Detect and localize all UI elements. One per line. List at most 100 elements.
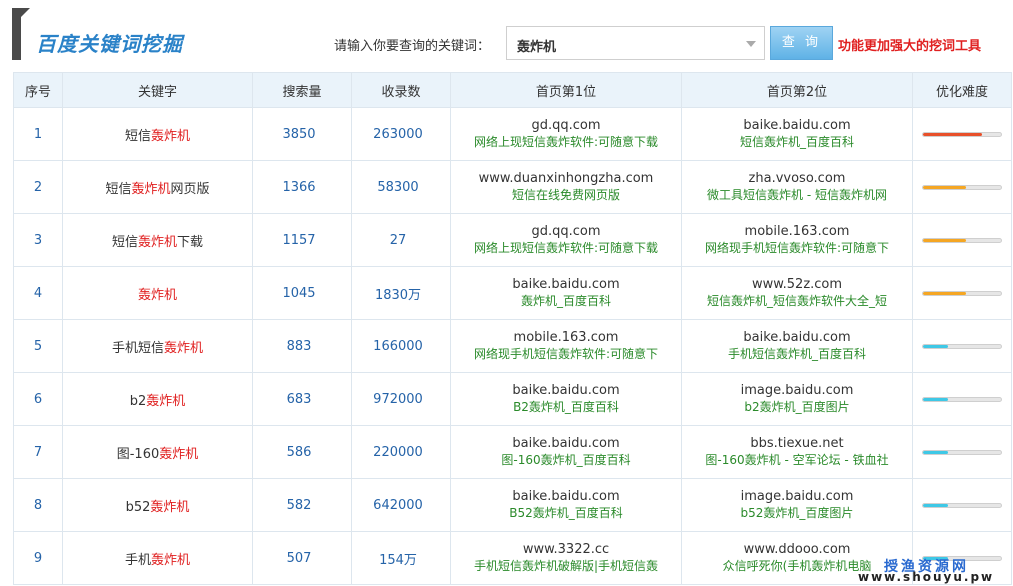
rank-2-domain[interactable]: bbs.tiexue.net [686,435,908,452]
row-rank-1[interactable]: baike.baidu.com 图-160轰炸机_百度百科 [450,425,682,479]
difficulty-bar [922,237,1002,243]
row-difficulty [912,107,1012,161]
row-rank-2[interactable]: image.baidu.com b52轰炸机_百度图片 [681,478,913,532]
table-row: 4 轰炸机 1045 1830万 baike.baidu.com 轰炸机_百度百科 www.… [13,266,1012,320]
table-row: 8 b52轰炸机 582 642000 baike.baidu.com B52轰炸机_百度… [13,478,1012,532]
rank-1-title[interactable]: 网络上现短信轰炸软件:可随意下载 [455,240,677,257]
query-button[interactable]: 查 询 [770,26,833,60]
difficulty-bar-fill [923,450,948,454]
rank-2-domain[interactable]: www.ddooo.com [686,541,908,558]
row-search-volume: 586 [252,425,352,479]
rank-1-domain[interactable]: www.duanxinhongzha.com [455,170,677,187]
rank-2-domain[interactable]: mobile.163.com [686,223,908,240]
row-rank-2[interactable]: baike.baidu.com 手机短信轰炸机_百度百科 [681,319,913,373]
row-keyword[interactable]: 图-160轰炸机 [62,425,253,479]
difficulty-bar [922,131,1002,137]
row-keyword[interactable]: 手机轰炸机 [62,531,253,585]
row-rank-1[interactable]: gd.qq.com 网络上现短信轰炸软件:可随意下载 [450,213,682,267]
rank-2-domain[interactable]: baike.baidu.com [686,117,908,134]
rank-2-title[interactable]: b2轰炸机_百度图片 [686,399,908,416]
difficulty-bar-fill [923,397,948,401]
rank-2-domain[interactable]: www.52z.com [686,276,908,293]
row-rank-1[interactable]: baike.baidu.com B52轰炸机_百度百科 [450,478,682,532]
rank-1-domain[interactable]: baike.baidu.com [455,276,677,293]
rank-1-domain[interactable]: mobile.163.com [455,329,677,346]
row-keyword[interactable]: 短信轰炸机 [62,107,253,161]
row-rank-2[interactable]: image.baidu.com b2轰炸机_百度图片 [681,372,913,426]
rank-1-domain[interactable]: baike.baidu.com [455,488,677,505]
row-keyword[interactable]: 轰炸机 [62,266,253,320]
rank-2-domain[interactable]: image.baidu.com [686,382,908,399]
table-header-row: 序号 关键字 搜索量 收录数 首页第1位 首页第2位 优化难度 [13,72,1012,108]
rank-2-title[interactable]: 微工具短信轰炸机 - 短信轰炸机网 [686,187,908,204]
row-keyword[interactable]: b52轰炸机 [62,478,253,532]
difficulty-bar-fill [923,132,982,136]
rank-2-domain[interactable]: baike.baidu.com [686,329,908,346]
keyword-input-value: 轰炸机 [517,40,557,55]
row-rank-2[interactable]: zha.vvoso.com 微工具短信轰炸机 - 短信轰炸机网 [681,160,913,214]
rank-1-domain[interactable]: gd.qq.com [455,117,677,134]
rank-2-title[interactable]: 短信轰炸机_百度百科 [686,134,908,151]
keyword-suffix: 网页版 [170,181,210,197]
row-rank-2[interactable]: bbs.tiexue.net 图-160轰炸机 - 空军论坛 - 铁血社 [681,425,913,479]
keyword-highlight: 轰炸机 [150,499,190,515]
row-rank-1[interactable]: gd.qq.com 网络上现短信轰炸软件:可随意下载 [450,107,682,161]
rank-1-domain[interactable]: gd.qq.com [455,223,677,240]
row-difficulty [912,425,1012,479]
rank-1-title[interactable]: 轰炸机_百度百科 [455,293,677,310]
row-rank-1[interactable]: www.3322.cc 手机短信轰炸机破解版|手机短信轰 [450,531,682,585]
row-rank-1[interactable]: baike.baidu.com B2轰炸机_百度百科 [450,372,682,426]
difficulty-bar [922,396,1002,402]
keyword-highlight: 轰炸机 [131,181,171,197]
row-rank-2[interactable]: www.52z.com 短信轰炸机_短信轰炸软件大全_短 [681,266,913,320]
rank-1-domain[interactable]: baike.baidu.com [455,382,677,399]
rank-1-domain[interactable]: www.3322.cc [455,541,677,558]
row-keyword[interactable]: 短信轰炸机下载 [62,213,253,267]
promo-link[interactable]: 功能更加强大的挖词工具 [838,35,981,54]
row-difficulty [912,372,1012,426]
rank-2-title[interactable]: b52轰炸机_百度图片 [686,505,908,522]
row-rank-1[interactable]: baike.baidu.com 轰炸机_百度百科 [450,266,682,320]
rank-2-domain[interactable]: image.baidu.com [686,488,908,505]
row-rank-1[interactable]: mobile.163.com 网络现手机短信轰炸软件:可随意下 [450,319,682,373]
rank-2-title[interactable]: 短信轰炸机_短信轰炸软件大全_短 [686,293,908,310]
row-rank-2[interactable]: baike.baidu.com 短信轰炸机_百度百科 [681,107,913,161]
rank-1-title[interactable]: B52轰炸机_百度百科 [455,505,677,522]
rank-1-title[interactable]: 图-160轰炸机_百度百科 [455,452,677,469]
header-accent-bar [12,8,21,60]
chevron-down-icon[interactable] [746,41,756,47]
rank-1-title[interactable]: 手机短信轰炸机破解版|手机短信轰 [455,558,677,575]
rank-1-title[interactable]: 短信在线免费网页版 [455,187,677,204]
row-index: 6 [13,372,63,426]
rank-1-title[interactable]: B2轰炸机_百度百科 [455,399,677,416]
rank-1-domain[interactable]: baike.baidu.com [455,435,677,452]
row-index: 2 [13,160,63,214]
keyword-prefix: 图-160 [116,446,160,462]
row-rank-1[interactable]: www.duanxinhongzha.com 短信在线免费网页版 [450,160,682,214]
keyword-prefix: 短信 [124,128,151,144]
column-header-rank-1: 首页第1位 [450,72,682,108]
row-rank-2[interactable]: mobile.163.com 网络现手机短信轰炸软件:可随意下 [681,213,913,267]
rank-1-title[interactable]: 网络现手机短信轰炸软件:可随意下 [455,346,677,363]
column-header-index: 序号 [13,72,63,108]
keyword-highlight: 轰炸机 [137,287,177,303]
difficulty-bar-fill [923,503,948,507]
keyword-highlight: 轰炸机 [146,393,186,409]
keyword-input[interactable]: 轰炸机 [506,26,765,60]
row-index: 3 [13,213,63,267]
rank-2-domain[interactable]: zha.vvoso.com [686,170,908,187]
row-keyword[interactable]: b2轰炸机 [62,372,253,426]
rank-2-title[interactable]: 图-160轰炸机 - 空军论坛 - 铁血社 [686,452,908,469]
rank-2-title[interactable]: 网络现手机短信轰炸软件:可随意下 [686,240,908,257]
rank-2-title[interactable]: 手机短信轰炸机_百度百科 [686,346,908,363]
column-header-indexed-count: 收录数 [351,72,451,108]
row-index: 9 [13,531,63,585]
rank-1-title[interactable]: 网络上现短信轰炸软件:可随意下载 [455,134,677,151]
row-index: 8 [13,478,63,532]
difficulty-bar [922,290,1002,296]
row-search-volume: 582 [252,478,352,532]
row-keyword[interactable]: 手机短信轰炸机 [62,319,253,373]
keyword-prefix: b52 [125,499,151,515]
row-difficulty [912,478,1012,532]
row-keyword[interactable]: 短信轰炸机网页版 [62,160,253,214]
